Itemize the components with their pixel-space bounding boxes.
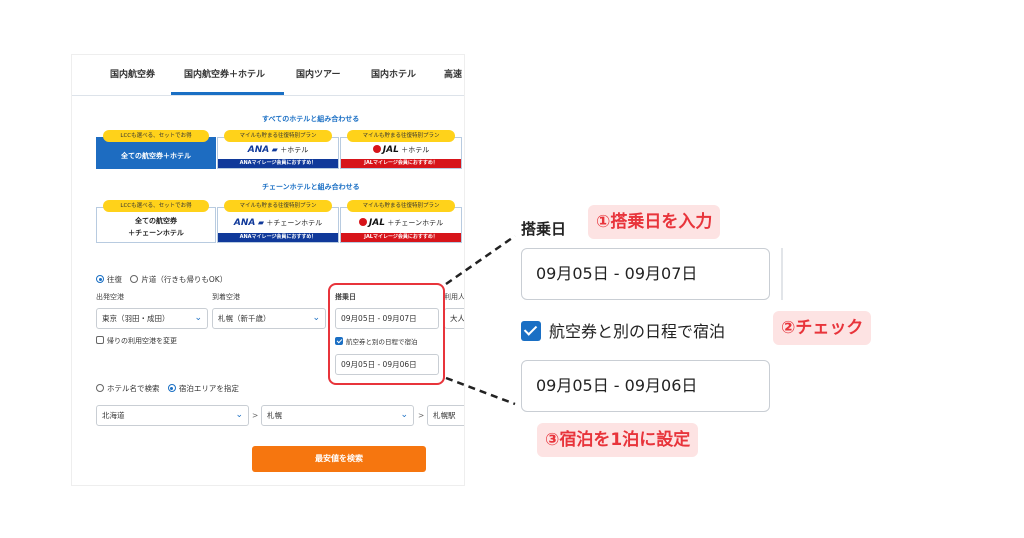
connector-top (445, 234, 516, 286)
annotation-step2: ②チェック (773, 311, 872, 345)
connector-lines (445, 234, 516, 406)
annotation-step3: ③宿泊を1泊に設定 (537, 423, 699, 457)
zoom-boarding-value: 09月05日 - 09月07日 (536, 264, 698, 283)
zoom-field-edge (781, 248, 783, 300)
annotation-step1: ①搭乗日を入力 (588, 205, 721, 239)
zoom-boarding-label: 搭乗日 (521, 220, 567, 238)
zoom-separate-stay-checkbox[interactable] (521, 321, 541, 341)
zoom-separate-stay-option[interactable]: 航空券と別の日程で宿泊 (521, 318, 725, 342)
connector-bottom (445, 376, 516, 406)
zoom-boarding-field[interactable]: 09月05日 - 09月07日 (521, 248, 770, 300)
zoom-stay-field[interactable]: 09月05日 - 09月06日 (521, 360, 770, 412)
zoom-separate-stay-label: 航空券と別の日程で宿泊 (549, 322, 726, 341)
zoom-stay-value: 09月05日 - 09月06日 (536, 376, 698, 395)
